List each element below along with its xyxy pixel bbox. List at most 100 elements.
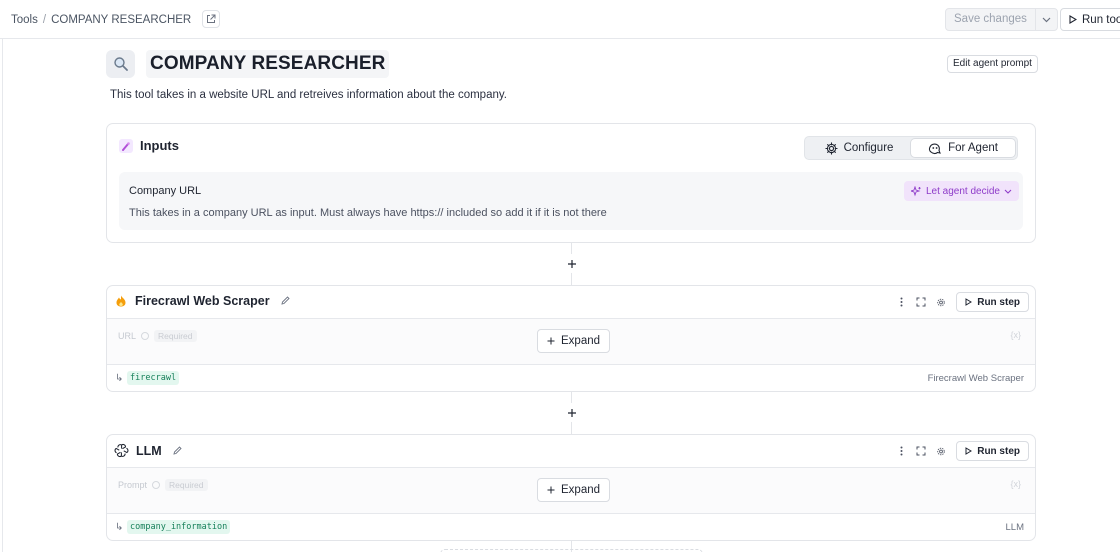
openai-icon	[114, 443, 129, 458]
save-changes-button[interactable]: Save changes	[946, 9, 1036, 30]
breadcrumb-tools-link[interactable]: Tools	[11, 14, 38, 26]
step-name[interactable]: LLM	[136, 444, 162, 458]
play-icon	[965, 447, 973, 455]
more-menu-button[interactable]	[896, 444, 906, 458]
run-step-label: Run step	[977, 445, 1020, 457]
output-variable-tag[interactable]: company_information	[127, 520, 231, 534]
step-body-collapsed: Prompt Required {x} Expand	[107, 468, 1035, 514]
step-settings-button[interactable]	[936, 444, 946, 458]
step-title: Firecrawl Web Scraper	[114, 294, 290, 308]
ghost-field: URL Required	[118, 330, 197, 342]
breadcrumb-separator: /	[42, 14, 47, 26]
tool-title-input[interactable]: COMPANY RESEARCHER	[146, 50, 390, 78]
company-url-field[interactable]: Company URL This takes in a company URL …	[119, 172, 1023, 230]
plus-icon	[547, 337, 555, 345]
external-link-icon	[207, 14, 216, 23]
step-name[interactable]: Firecrawl Web Scraper	[135, 294, 270, 308]
plus-icon	[547, 486, 555, 494]
field-description: This takes in a company URL as input. Mu…	[129, 207, 607, 219]
sparkle-icon	[911, 185, 921, 196]
chevron-down-icon	[1042, 17, 1051, 22]
ghost-field-label: URL	[118, 331, 137, 341]
breadcrumb-current: COMPANY RESEARCHER	[51, 14, 192, 26]
step-output: ↳ firecrawl Firecrawl Web Scraper	[107, 365, 1035, 391]
run-step-button[interactable]: Run step	[956, 292, 1029, 312]
for-agent-tab[interactable]: For Agent	[911, 139, 1015, 157]
tool-icon-button[interactable]	[106, 50, 135, 78]
edit-agent-prompt-button[interactable]: Edit agent prompt	[947, 55, 1038, 73]
expand-icon	[916, 446, 926, 456]
expand-label: Expand	[561, 335, 601, 347]
fullscreen-button[interactable]	[916, 295, 926, 309]
more-vertical-icon	[900, 446, 903, 456]
field-name: Company URL	[129, 185, 202, 197]
more-vertical-icon	[900, 297, 903, 307]
for-agent-tab-label: For Agent	[948, 142, 998, 154]
variable-icon: {x}	[1010, 479, 1021, 489]
output-source: Firecrawl Web Scraper	[927, 373, 1024, 384]
pencil-icon	[280, 296, 290, 305]
plus-icon	[567, 259, 576, 268]
inputs-header: Inputs	[119, 138, 179, 153]
expand-button[interactable]: Expand	[537, 329, 611, 353]
panel-divider	[2, 39, 3, 552]
gear-icon	[937, 298, 945, 306]
step-output: ↳ company_information LLM	[107, 514, 1035, 540]
step-card-llm: LLM Run step Prompt Required {x} Expand …	[106, 434, 1036, 541]
fullscreen-button[interactable]	[916, 444, 926, 458]
add-step-button[interactable]	[562, 403, 581, 422]
save-changes-group: Save changes	[945, 8, 1058, 31]
wand-icon	[122, 141, 130, 151]
top-bar: Tools / COMPANY RESEARCHER Save changes …	[0, 0, 1120, 39]
info-icon	[141, 332, 150, 340]
step-settings-button[interactable]	[936, 295, 946, 309]
gear-icon	[824, 141, 838, 155]
search-icon	[113, 57, 128, 71]
run-step-button[interactable]: Run step	[956, 441, 1029, 461]
step-title: LLM	[114, 443, 182, 458]
let-agent-decide-dropdown[interactable]: Let agent decide	[904, 181, 1019, 201]
expand-button[interactable]: Expand	[537, 478, 611, 502]
input-mode-toggle: Configure For Agent	[804, 136, 1018, 160]
plus-icon	[567, 408, 576, 417]
inputs-card: Inputs Configure For Agent Company URL T…	[106, 123, 1036, 243]
run-tool-button[interactable]: Run tool	[1060, 8, 1120, 31]
more-menu-button[interactable]	[896, 295, 906, 309]
output-arrow-icon: ↳	[115, 373, 124, 384]
agent-pill-label: Let agent decide	[926, 185, 1000, 197]
expand-icon	[916, 297, 926, 307]
required-badge: Required	[154, 330, 197, 342]
play-icon	[1069, 15, 1077, 24]
variable-icon: {x}	[1010, 330, 1021, 340]
tool-description[interactable]: This tool takes in a website URL and ret…	[110, 89, 507, 101]
step-toolbar: Run step	[896, 292, 1029, 312]
inputs-icon	[119, 138, 133, 153]
ghost-field: Prompt Required	[118, 479, 208, 491]
agent-icon	[928, 142, 941, 154]
gear-icon	[937, 447, 945, 455]
add-step-button[interactable]	[562, 254, 581, 273]
step-header: LLM Run step	[107, 435, 1035, 468]
chevron-down-icon	[1004, 189, 1012, 194]
pencil-icon	[173, 445, 182, 455]
save-options-dropdown[interactable]	[1036, 9, 1057, 30]
output-variable-tag[interactable]: firecrawl	[127, 371, 180, 385]
inputs-heading: Inputs	[140, 138, 179, 153]
rename-step-button[interactable]	[280, 294, 290, 308]
play-icon	[965, 298, 973, 306]
rename-step-button[interactable]	[173, 444, 182, 458]
step-card-firecrawl: Firecrawl Web Scraper Run step URL Requi…	[106, 285, 1036, 392]
expand-label: Expand	[561, 484, 601, 496]
info-icon	[152, 481, 161, 489]
step-header: Firecrawl Web Scraper Run step	[107, 286, 1035, 319]
step-body-collapsed: URL Required {x} Expand	[107, 319, 1035, 365]
configure-tab-label: Configure	[843, 142, 894, 154]
run-tool-label: Run tool	[1082, 13, 1120, 26]
breadcrumb: Tools / COMPANY RESEARCHER	[11, 10, 221, 28]
run-step-label: Run step	[977, 296, 1020, 308]
configure-tab[interactable]: Configure	[807, 139, 911, 157]
open-external-button[interactable]	[202, 10, 221, 28]
ghost-field-label: Prompt	[118, 480, 148, 490]
output-source: LLM	[1005, 522, 1024, 533]
required-badge: Required	[165, 479, 208, 491]
